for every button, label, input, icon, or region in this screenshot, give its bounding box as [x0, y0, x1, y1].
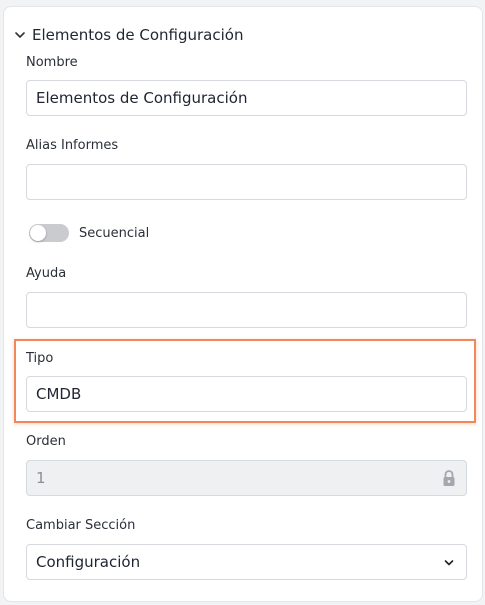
cambiar-seccion-select[interactable]: Configuración	[26, 544, 467, 580]
cambiar-seccion-value: Configuración	[36, 553, 141, 571]
orden-input: 1	[26, 460, 467, 496]
nombre-value: Elementos de Configuración	[36, 89, 248, 107]
cambiar-seccion-label: Cambiar Sección	[26, 518, 136, 533]
orden-label: Orden	[26, 434, 66, 449]
nombre-label: Nombre	[26, 55, 78, 70]
secuencial-toggle[interactable]	[29, 224, 69, 242]
ayuda-label: Ayuda	[26, 266, 67, 281]
tipo-highlight-box	[14, 339, 476, 423]
chevron-down-icon[interactable]	[14, 29, 26, 41]
section-header[interactable]: Elementos de Configuración	[14, 25, 243, 45]
ayuda-input[interactable]	[26, 292, 467, 328]
lock-icon	[443, 470, 455, 486]
secuencial-toggle-row: Secuencial	[29, 224, 149, 242]
properties-panel: Elementos de Configuración Nombre Elemen…	[3, 6, 483, 602]
section-title: Elementos de Configuración	[32, 26, 244, 44]
toggle-knob	[30, 225, 46, 241]
alias-label: Alias Informes	[26, 138, 119, 153]
chevron-down-icon	[444, 560, 454, 566]
nombre-input[interactable]: Elementos de Configuración	[26, 80, 467, 116]
secuencial-label: Secuencial	[79, 225, 150, 241]
alias-input[interactable]	[26, 164, 467, 200]
orden-value: 1	[36, 469, 46, 487]
